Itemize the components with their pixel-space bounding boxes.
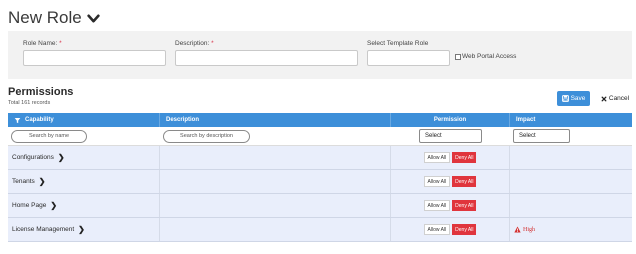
save-icon (561, 95, 569, 102)
save-button[interactable]: Save (557, 91, 590, 106)
chevron-down-icon[interactable] (87, 12, 100, 25)
column-impact-label: Impact (516, 117, 536, 123)
template-role-field: Select Template Role (367, 40, 450, 66)
web-portal-access-label: Web Portal Access (462, 53, 517, 60)
save-button-label: Save (570, 95, 586, 102)
capability-cell[interactable]: Configurations ❯ (8, 146, 160, 169)
description-field: Description: * (175, 40, 358, 66)
table-row[interactable]: Tenants ❯ Allow All Deny All (8, 170, 632, 194)
role-name-field: Role Name: * (23, 40, 166, 66)
page-header[interactable]: New Role (8, 6, 100, 30)
chevron-right-icon[interactable]: ❯ (78, 225, 85, 234)
impact-filter-select[interactable]: Select (513, 129, 570, 143)
description-label: Description: * (175, 40, 214, 47)
description-cell (160, 170, 391, 193)
role-form: Role Name: * Description: * Select Templ… (8, 31, 632, 79)
deny-all-button[interactable]: Deny All (452, 224, 477, 235)
impact-cell (510, 170, 632, 193)
column-permission[interactable]: Permission (391, 113, 510, 127)
deny-all-button[interactable]: Deny All (452, 200, 477, 211)
description-cell (160, 218, 391, 241)
column-impact[interactable]: Impact (510, 113, 632, 127)
permission-filter-cell: Select (391, 127, 510, 145)
cancel-button[interactable]: Cancel (597, 91, 633, 106)
impact-cell (510, 146, 632, 169)
filter-row: Search by name Search by description Sel… (8, 127, 632, 146)
allow-all-button[interactable]: Allow All (423, 224, 451, 235)
permission-cell: Allow All Deny All (391, 194, 510, 217)
table-row[interactable]: License Management ❯ Allow All Deny All … (8, 218, 632, 242)
column-description[interactable]: Description (160, 113, 391, 127)
capability-cell[interactable]: License Management ❯ (8, 218, 160, 241)
column-description-label: Description (166, 117, 200, 123)
column-capability-label: Capability (25, 117, 54, 123)
permission-cell: Allow All Deny All (391, 146, 510, 169)
capability-cell[interactable]: Tenants ❯ (8, 170, 160, 193)
capability-cell[interactable]: Home Page ❯ (8, 194, 160, 217)
impact-level: High (523, 226, 535, 233)
cancel-button-label: Cancel (608, 95, 630, 102)
permission-cell: Allow All Deny All (391, 170, 510, 193)
deny-all-button[interactable]: Deny All (452, 152, 477, 163)
column-capability[interactable]: Capability (8, 113, 160, 127)
page-title: New Role (8, 8, 82, 27)
description-filter-cell: Search by description (160, 127, 391, 145)
description-cell (160, 194, 391, 217)
allow-all-button[interactable]: Allow All (423, 200, 451, 211)
description-cell (160, 146, 391, 169)
template-role-label: Select Template Role (367, 40, 429, 47)
permission-cell: Allow All Deny All (391, 218, 510, 241)
impact-cell (510, 194, 632, 217)
chevron-right-icon[interactable]: ❯ (58, 153, 65, 162)
impact-cell: High (510, 218, 632, 241)
name-filter-cell: Search by name (8, 127, 160, 145)
table-row[interactable]: Configurations ❯ Allow All Deny All (8, 146, 632, 170)
table-row[interactable]: Home Page ❯ Allow All Deny All (8, 194, 632, 218)
chevron-right-icon[interactable]: ❯ (50, 201, 57, 210)
description-search-input[interactable]: Search by description (163, 129, 250, 143)
allow-all-button[interactable]: Allow All (423, 176, 451, 187)
allow-all-button[interactable]: Allow All (423, 152, 451, 163)
role-name-input[interactable] (23, 50, 166, 66)
close-icon (601, 96, 607, 101)
deny-all-button[interactable]: Deny All (452, 176, 477, 187)
chevron-right-icon[interactable]: ❯ (39, 177, 46, 186)
capability-name: Tenants (12, 178, 35, 185)
permission-filter-select[interactable]: Select (419, 129, 482, 143)
name-search-input[interactable]: Search by name (11, 129, 87, 143)
template-role-input[interactable] (367, 50, 450, 66)
record-count: Total 161 records (8, 100, 51, 106)
filter-icon[interactable] (14, 117, 21, 124)
permissions-table: Capability Description Permission Impact… (8, 113, 632, 242)
capability-name: Home Page (12, 202, 47, 209)
impact-badge: High (514, 226, 535, 233)
impact-filter-cell: Select (510, 127, 632, 145)
column-permission-label: Permission (433, 117, 467, 123)
web-portal-access-toggle[interactable]: Web Portal Access (455, 53, 516, 60)
permissions-title: Permissions (8, 86, 74, 98)
web-portal-access-checkbox[interactable] (455, 53, 461, 60)
role-name-label: Role Name: * (23, 40, 62, 47)
description-input[interactable] (175, 50, 358, 66)
warning-icon (514, 226, 521, 233)
capability-name: License Management (12, 226, 75, 233)
table-header: Capability Description Permission Impact (8, 113, 632, 127)
capability-name: Configurations (12, 154, 54, 161)
